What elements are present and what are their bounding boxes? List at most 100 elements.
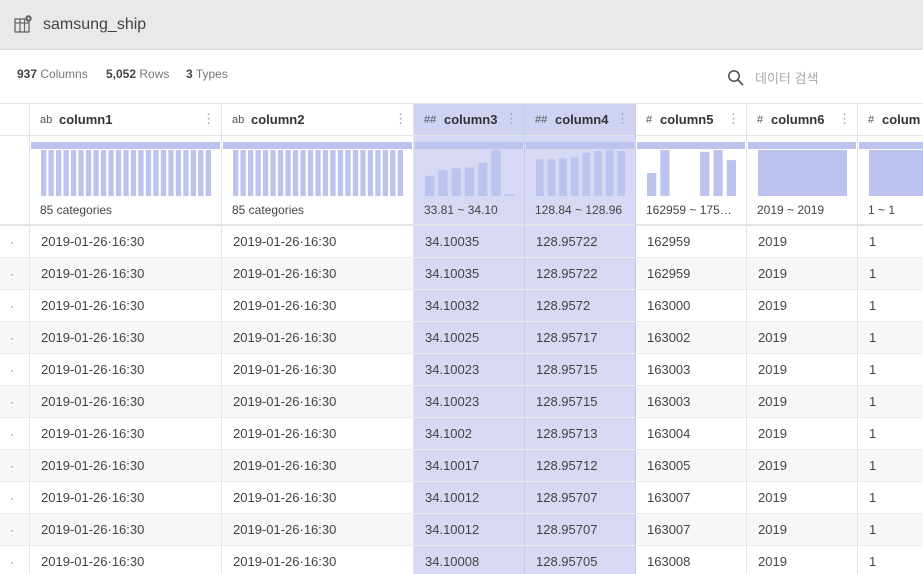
column-histogram[interactable] [414, 136, 524, 196]
row-marker[interactable]: · [0, 322, 29, 354]
histogram-bar[interactable] [438, 170, 448, 196]
histogram-bar[interactable] [145, 150, 152, 196]
table-cell[interactable]: 34.10008 [414, 546, 524, 574]
table-cell[interactable]: 2019-01-26·16:30 [30, 482, 221, 514]
histogram-bar[interactable] [270, 150, 276, 196]
histogram-bar[interactable] [478, 162, 488, 196]
table-cell[interactable]: 34.10012 [414, 514, 524, 546]
row-marker[interactable]: · [0, 418, 29, 450]
table-cell[interactable]: 128.95705 [525, 546, 635, 574]
histogram-bar[interactable] [48, 150, 54, 196]
table-cell[interactable]: 1 [858, 546, 923, 574]
table-cell[interactable]: 2019-01-26·16:30 [222, 386, 413, 418]
table-cell[interactable]: 2019-01-26·16:30 [30, 546, 221, 574]
histogram-bar[interactable] [582, 152, 591, 196]
row-marker[interactable]: · [0, 482, 29, 514]
histogram-bar[interactable] [93, 150, 99, 196]
column-c6[interactable]: # column6 ⋮ 2019 ~ 2019 2019 2019 2019 2019 2019… [747, 104, 858, 574]
table-cell[interactable]: 2019 [747, 290, 857, 322]
histogram-bar[interactable] [85, 150, 92, 196]
table-cell[interactable]: 2019-01-26·16:30 [30, 354, 221, 386]
table-cell[interactable]: 2019-01-26·16:30 [222, 482, 413, 514]
histogram-bar[interactable] [367, 150, 374, 196]
histogram-bar[interactable] [233, 150, 239, 196]
histogram-bar[interactable] [175, 150, 182, 196]
histogram-bar[interactable] [360, 150, 366, 196]
table-cell[interactable]: 2019-01-26·16:30 [222, 226, 413, 258]
histogram-bar[interactable] [160, 150, 167, 196]
histogram-bar[interactable] [713, 150, 723, 196]
table-cell[interactable]: 2019-01-26·16:30 [222, 322, 413, 354]
table-cell[interactable]: 34.10023 [414, 386, 524, 418]
histogram-bar[interactable] [307, 150, 314, 196]
histogram-bar[interactable] [700, 151, 710, 196]
row-marker[interactable]: · [0, 226, 29, 258]
row-marker[interactable]: · [0, 290, 29, 322]
column-c7[interactable]: # colum 1 ~ 111111111111 [858, 104, 923, 574]
table-cell[interactable]: 1 [858, 386, 923, 418]
table-cell[interactable]: 128.95715 [525, 386, 635, 418]
histogram-bar[interactable] [190, 150, 196, 196]
histogram-bar[interactable] [153, 150, 159, 196]
histogram-bar[interactable] [130, 150, 137, 196]
table-cell[interactable]: 163003 [636, 386, 746, 418]
table-cell[interactable]: 2019-01-26·16:30 [222, 514, 413, 546]
histogram-bar[interactable] [390, 150, 396, 196]
table-cell[interactable]: 1 [858, 482, 923, 514]
histogram-bar[interactable] [255, 150, 261, 196]
table-cell[interactable]: 128.95713 [525, 418, 635, 450]
table-cell[interactable]: 163008 [636, 546, 746, 574]
table-cell[interactable]: 34.10025 [414, 322, 524, 354]
histogram-bar[interactable] [397, 150, 403, 196]
histogram-bar[interactable] [352, 150, 359, 196]
table-cell[interactable]: 163003 [636, 354, 746, 386]
histogram-bar[interactable] [292, 150, 299, 196]
table-cell[interactable]: 162959 [636, 258, 746, 290]
column-c4[interactable]: ## column4 ⋮ 128.84 ~ 128.96 128.95722 128.95… [525, 104, 636, 574]
histogram-bar[interactable] [382, 150, 388, 196]
column-histogram[interactable] [30, 136, 221, 196]
histogram-bar[interactable] [464, 167, 475, 197]
table-cell[interactable]: 2019 [747, 226, 857, 258]
table-cell[interactable]: 128.95715 [525, 354, 635, 386]
histogram-bar[interactable] [547, 159, 556, 196]
table-cell[interactable]: 34.10023 [414, 354, 524, 386]
table-cell[interactable]: 2019-01-26·16:30 [222, 354, 413, 386]
table-cell[interactable]: 128.95722 [525, 226, 635, 258]
table-cell[interactable]: 2019-01-26·16:30 [30, 514, 221, 546]
row-marker[interactable]: · [0, 450, 29, 482]
column-histogram[interactable] [525, 136, 635, 196]
histogram-bar[interactable] [605, 150, 614, 196]
column-histogram[interactable] [747, 136, 857, 196]
column-histogram[interactable] [222, 136, 413, 196]
histogram-bar[interactable] [138, 150, 144, 196]
column-c1[interactable]: ab column1 ⋮ 85 categories 2019-01-26·16:30 2… [30, 104, 222, 574]
histogram-bar[interactable] [647, 173, 657, 196]
histogram-bar[interactable] [536, 159, 544, 196]
table-cell[interactable]: 1 [858, 418, 923, 450]
search-input[interactable] [753, 66, 917, 90]
row-marker[interactable]: · [0, 386, 29, 418]
table-cell[interactable]: 2019 [747, 450, 857, 482]
table-cell[interactable]: 2019-01-26·16:30 [222, 450, 413, 482]
table-cell[interactable]: 128.9572 [525, 290, 635, 322]
table-cell[interactable]: 1 [858, 322, 923, 354]
histogram-bar[interactable] [322, 150, 329, 196]
table-cell[interactable]: 2019 [747, 354, 857, 386]
table-cell[interactable]: 128.95707 [525, 514, 635, 546]
histogram-bar[interactable] [425, 175, 435, 196]
table-cell[interactable]: 128.95722 [525, 258, 635, 290]
table-cell[interactable]: 2019-01-26·16:30 [30, 450, 221, 482]
column-menu-icon[interactable]: ⋮ [505, 112, 518, 125]
column-histogram[interactable] [636, 136, 746, 196]
table-cell[interactable]: 1 [858, 450, 923, 482]
histogram-bar[interactable] [108, 150, 114, 196]
column-menu-icon[interactable]: ⋮ [202, 112, 215, 125]
column-histogram[interactable] [858, 136, 923, 196]
table-cell[interactable]: 34.10035 [414, 258, 524, 290]
histogram-bar[interactable] [570, 157, 579, 196]
table-cell[interactable]: 162959 [636, 226, 746, 258]
table-cell[interactable]: 163005 [636, 450, 746, 482]
search-box[interactable] [727, 66, 917, 90]
table-cell[interactable]: 34.10035 [414, 226, 524, 258]
